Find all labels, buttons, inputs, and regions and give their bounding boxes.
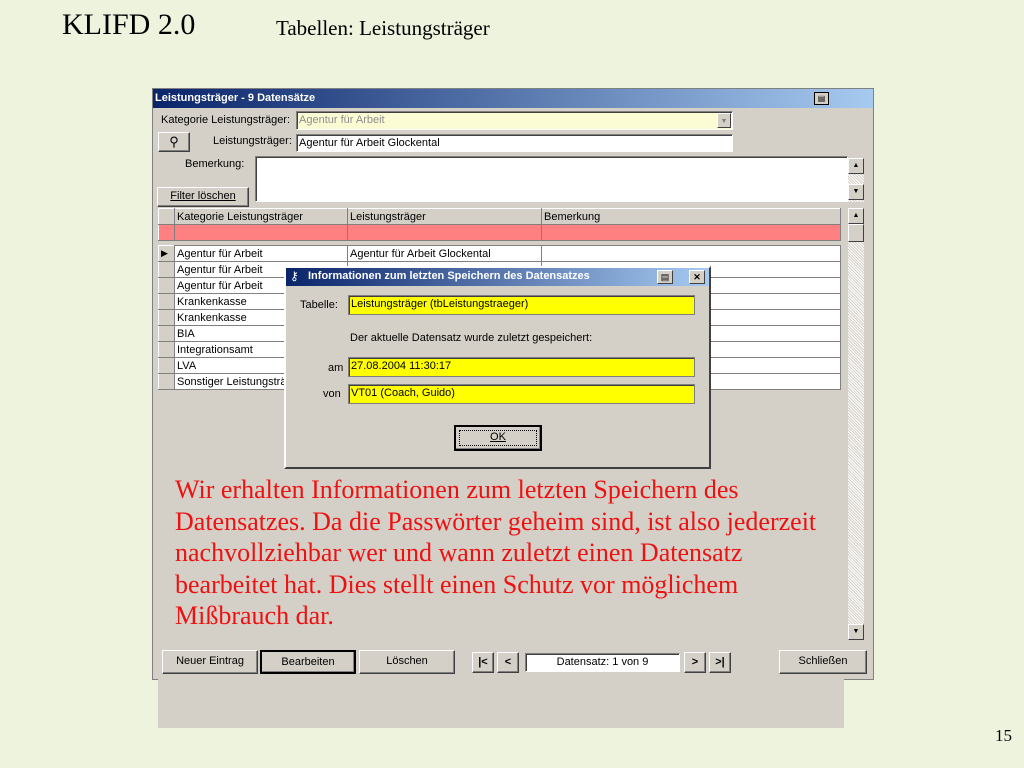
grid-scrollbar[interactable]: ▲ ▼ [848,208,864,640]
am-label: am [328,362,344,374]
row-selector[interactable] [158,277,175,294]
schliessen-button[interactable]: Schließen [779,650,867,674]
filter-cell[interactable] [174,224,348,241]
column-header-leistungstraeger[interactable]: Leistungsträger [347,208,542,225]
filter-row[interactable] [158,224,841,241]
bemerkung-textarea[interactable] [255,156,848,202]
kategorie-value: Agentur für Arbeit [299,114,385,126]
scroll-down-icon[interactable]: ▼ [848,184,864,200]
window-title: Leistungsträger - 9 Datensätze [155,92,316,104]
first-record-button[interactable]: |< [472,652,494,673]
key-icon: ⚷ [290,269,299,283]
table-cell[interactable] [541,245,841,262]
print-icon[interactable]: ▤ [814,92,829,105]
ok-button[interactable]: OK [454,425,542,451]
bemerkung-scrollbar[interactable]: ▲ ▼ [848,158,864,202]
neuer-eintrag-label: Neuer Eintrag [176,655,244,667]
kategorie-combobox[interactable]: Agentur für Arbeit ▼ [296,111,733,130]
row-selector[interactable] [158,341,175,358]
scroll-thumb[interactable] [848,224,864,242]
row-selector[interactable] [158,261,175,278]
row-selector[interactable] [158,373,175,390]
slide-subtitle: Tabellen: Leistungsträger [276,16,490,40]
tabelle-label: Tabelle: [300,299,338,311]
last-record-button[interactable]: >| [709,652,731,673]
save-info-dialog: ⚷ Informationen zum letzten Speichern de… [284,266,711,469]
binoculars-icon[interactable]: ⚲ [158,132,190,152]
info-text: Der aktuelle Datensatz wurde zuletzt ges… [350,332,593,344]
filter-loeschen-label: Filter löschen [170,190,236,202]
dialog-title: Informationen zum letzten Speichern des … [308,270,590,282]
previous-record-button[interactable]: < [497,652,519,673]
tabelle-field: Leistungsträger (tbLeistungstraeger) [348,295,695,315]
next-record-button[interactable]: > [684,652,706,673]
loeschen-label: Löschen [386,655,428,667]
row-selector[interactable] [158,357,175,374]
leistungstraeger-field[interactable]: Agentur für Arbeit Glockental [296,134,733,152]
scroll-up-icon[interactable]: ▲ [848,158,864,174]
von-field: VT01 (Coach, Guido) [348,384,695,404]
filter-loeschen-button[interactable]: Filter löschen [157,187,249,207]
bearbeiten-button[interactable]: Bearbeiten [260,650,356,674]
filter-cell[interactable] [347,224,542,241]
close-icon[interactable]: ✕ [689,270,705,284]
bearbeiten-label: Bearbeiten [281,656,335,668]
column-header-bemerkung[interactable]: Bemerkung [541,208,841,225]
print-icon[interactable]: ▤ [657,270,673,284]
von-label: von [323,388,341,400]
dialog-titlebar: ⚷ Informationen zum letzten Speichern de… [286,268,709,286]
scroll-down-icon[interactable]: ▼ [848,624,864,640]
table-row[interactable]: ▶ Agentur für Arbeit Agentur für Arbeit … [158,245,841,262]
record-indicator: Datensatz: 1 von 9 [525,653,680,672]
slide-title: KLIFD 2.0 [62,8,196,41]
bemerkung-label: Bemerkung: [185,158,245,170]
grid-corner [158,208,175,225]
scroll-up-icon[interactable]: ▲ [848,208,864,224]
loeschen-button[interactable]: Löschen [359,650,455,674]
schliessen-label: Schließen [798,655,848,667]
row-selector[interactable] [158,309,175,326]
column-header-kategorie[interactable]: Kategorie Leistungsträger [174,208,348,225]
row-selector[interactable] [158,224,175,241]
filter-cell[interactable] [541,224,841,241]
current-record-icon[interactable]: ▶ [158,245,175,262]
kategorie-label: Kategorie Leistungsträger: [161,114,291,126]
annotation-text: Wir erhalten Informationen zum letzten S… [175,475,817,630]
am-field: 27.08.2004 11:30:17 [348,357,695,377]
table-cell[interactable]: Agentur für Arbeit [174,245,348,262]
row-selector[interactable] [158,325,175,342]
row-selector[interactable] [158,293,175,310]
ok-label: OK [490,431,506,443]
leistungstraeger-label: Leistungsträger: [213,135,292,147]
window-titlebar: Leistungsträger - 9 Datensätze ▤ [153,89,873,108]
neuer-eintrag-button[interactable]: Neuer Eintrag [162,650,258,674]
page-number: 15 [995,726,1012,745]
table-cell[interactable]: Agentur für Arbeit Glockental [347,245,542,262]
chevron-down-icon[interactable]: ▼ [717,113,731,128]
grid-header-row: Kategorie Leistungsträger Leistungsträge… [158,208,841,225]
